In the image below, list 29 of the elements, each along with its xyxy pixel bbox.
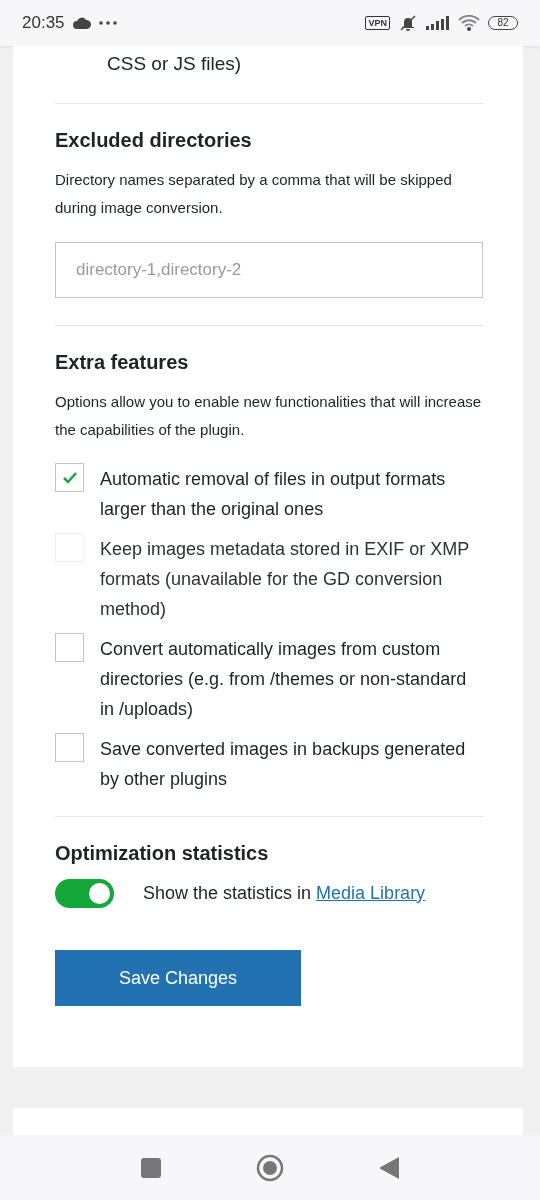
- home-icon[interactable]: [256, 1153, 284, 1182]
- cloud-icon: [72, 17, 91, 29]
- checkbox[interactable]: [55, 733, 84, 762]
- recents-icon[interactable]: [141, 1157, 161, 1178]
- muted-bell-icon: [398, 14, 418, 32]
- option-label: Convert automatically images from custom directories (e.g. from /themes or non-standard in /uploads): [100, 638, 468, 721]
- checkbox[interactable]: [55, 463, 84, 492]
- section-heading: Optimization statistics: [55, 841, 270, 865]
- section-description: Options allow you to enable new functionalities that will increase the capabilities of the plugin.: [55, 392, 483, 440]
- vpn-indicator: VPN: [365, 16, 390, 30]
- back-icon[interactable]: [379, 1156, 399, 1179]
- save-button[interactable]: Save Changes: [55, 950, 301, 1006]
- checkmark-icon: [62, 471, 77, 484]
- option-label: Automatic removal of files in output formats larger than the original ones: [100, 468, 447, 521]
- toggle-label: Show the statistics in Media Library: [143, 882, 426, 905]
- section-heading: Extra features: [55, 350, 190, 374]
- signal-icon: [426, 16, 450, 30]
- option-text: CSS or JS files): [106, 52, 243, 76]
- checkbox[interactable]: [55, 633, 84, 662]
- more-icon: [98, 21, 117, 25]
- toggle-switch[interactable]: [55, 879, 114, 908]
- media-library-link[interactable]: Media Library: [316, 883, 426, 903]
- section-description: Directory names separated by a comma that will be skipped during image conversion.: [55, 170, 453, 218]
- wifi-icon: [458, 15, 480, 31]
- clock-time: 20:35: [22, 12, 65, 35]
- directories-input-field[interactable]: directory-1,directory-2: [55, 242, 483, 298]
- option-label: Save converted images in backups generated by other plugins: [100, 738, 467, 791]
- section-heading: Excluded directories: [55, 128, 253, 152]
- option-label: Keep images metadata stored in EXIF or XMP formats (unavailable for the GD conversion method): [100, 538, 470, 621]
